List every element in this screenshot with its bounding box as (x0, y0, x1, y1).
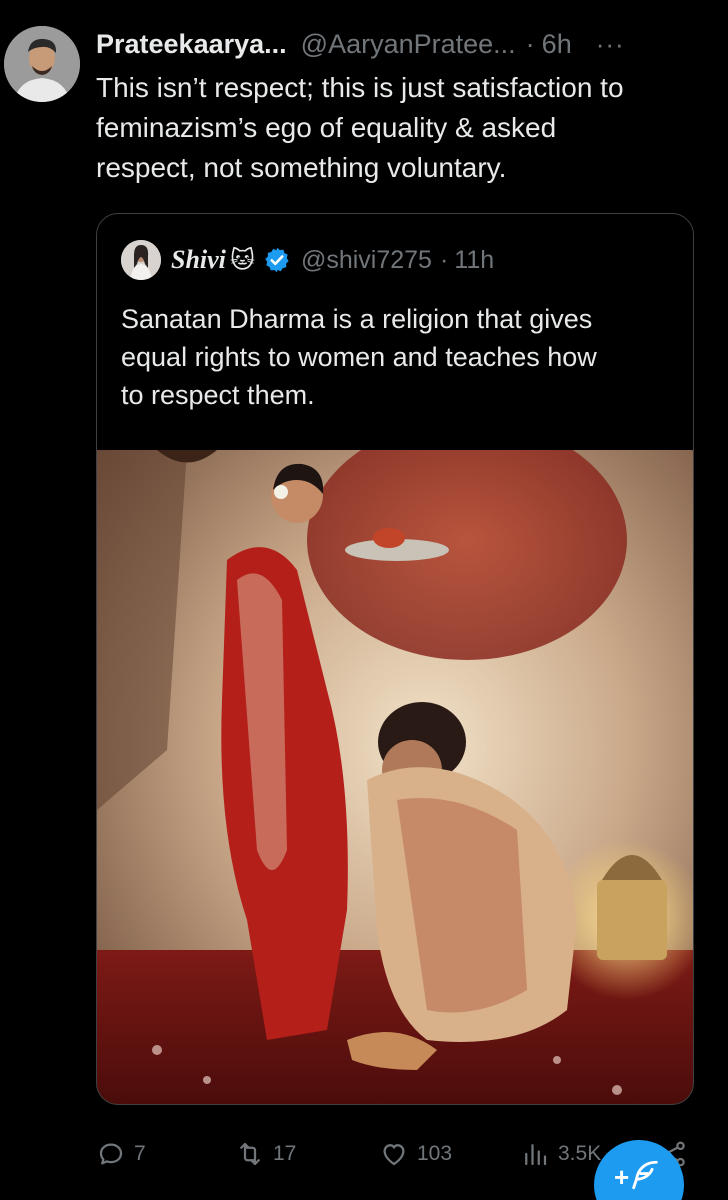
heart-icon (383, 1144, 405, 1166)
tweet-screen: Prateekaarya... @AaryanPratee... · 6h ··… (0, 0, 728, 1200)
quoted-post-text: Sanatan Dharma is a religion that gives … (121, 304, 597, 410)
retweet-count: 17 (273, 1142, 297, 1165)
views-count: 3.5K (558, 1142, 602, 1165)
quoted-author-avatar (121, 240, 161, 280)
author-avatar[interactable] (4, 26, 80, 102)
reply-button[interactable]: 7 (96, 1134, 146, 1174)
views-button[interactable]: 3.5K (520, 1134, 601, 1174)
time-separator: · (525, 28, 535, 59)
quoted-post-card[interactable]: Shivi 🐱 @shivi7275 · 11h Sanatan Dharma … (96, 213, 694, 1105)
quoted-post-header: Shivi 🐱 @shivi7275 · 11h (121, 240, 494, 280)
post-header: Prateekaarya... @AaryanPratee... · 6h ··… (96, 26, 706, 62)
feather-compose-icon (632, 1160, 658, 1190)
author-handle[interactable]: @AaryanPratee... (301, 29, 516, 60)
like-count: 103 (417, 1142, 453, 1165)
quoted-time-separator: · (439, 245, 449, 274)
quoted-post-photo[interactable] (97, 450, 693, 1104)
like-button[interactable]: 103 (379, 1134, 452, 1174)
fab-plus-label: + (614, 1162, 630, 1192)
reply-icon (99, 1143, 123, 1165)
quoted-author-name[interactable]: Shivi (171, 245, 226, 275)
cat-emoji-icon: 🐱 (229, 246, 255, 274)
quoted-author-handle[interactable]: @shivi7275 (301, 246, 432, 275)
reply-count: 7 (134, 1142, 146, 1165)
post-text: This isn’t respect; this is just satisfa… (96, 72, 624, 183)
more-icon[interactable]: ··· (596, 31, 625, 57)
retweet-icon (240, 1142, 260, 1166)
verified-badge-icon (265, 247, 289, 273)
views-icon (525, 1144, 547, 1166)
post-time[interactable]: 6h (542, 29, 572, 60)
retweet-button[interactable]: 17 (235, 1134, 296, 1174)
author-name[interactable]: Prateekaarya... (96, 29, 287, 60)
quoted-post-time[interactable]: 11h (454, 246, 494, 275)
